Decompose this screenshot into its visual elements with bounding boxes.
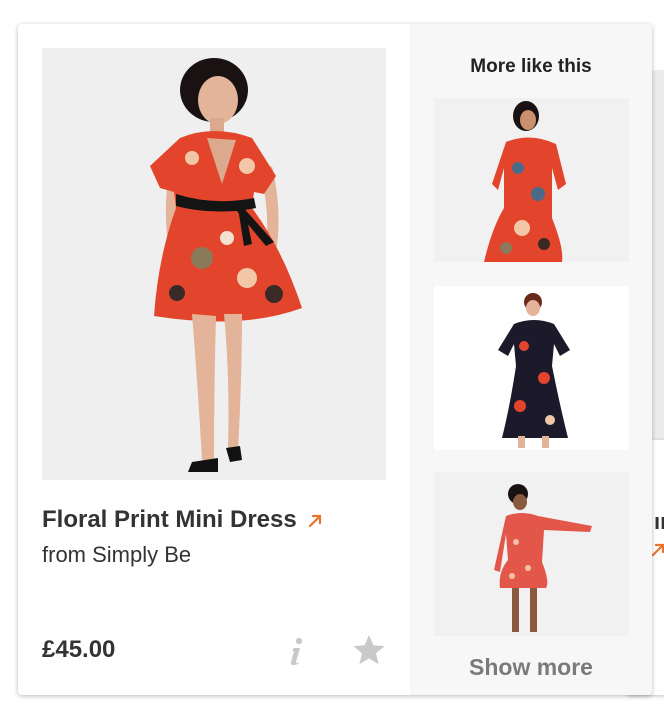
next-card-external-link-icon [651, 543, 664, 557]
star-icon[interactable] [352, 634, 386, 666]
show-more-button[interactable]: Show more [410, 654, 652, 681]
external-link-arrow-icon[interactable] [307, 513, 323, 529]
merchant-name: from Simply Be [42, 542, 192, 567]
dress-model-illustration [42, 48, 386, 480]
product-price: £45.00 [42, 636, 116, 663]
product-title[interactable]: Floral Print Mini Dress [42, 506, 297, 534]
more-like-this-title: More like this [470, 56, 592, 77]
product-image[interactable] [42, 48, 386, 480]
more-like-this-panel: More like this Show more [410, 24, 652, 695]
product-title-row[interactable]: Floral Print Mini Dress [42, 506, 323, 534]
related-item-1[interactable] [434, 98, 629, 262]
related-item-3-image [434, 472, 629, 636]
related-item-2[interactable] [434, 286, 629, 450]
related-item-1-image [434, 98, 629, 262]
next-card-title-fragment[interactable]: ır [654, 509, 664, 535]
product-card[interactable]: Floral Print Mini Dress from Simply Be £… [18, 24, 652, 695]
info-icon[interactable] [286, 636, 306, 666]
related-item-2-image [434, 286, 629, 450]
related-item-3[interactable] [434, 472, 629, 636]
